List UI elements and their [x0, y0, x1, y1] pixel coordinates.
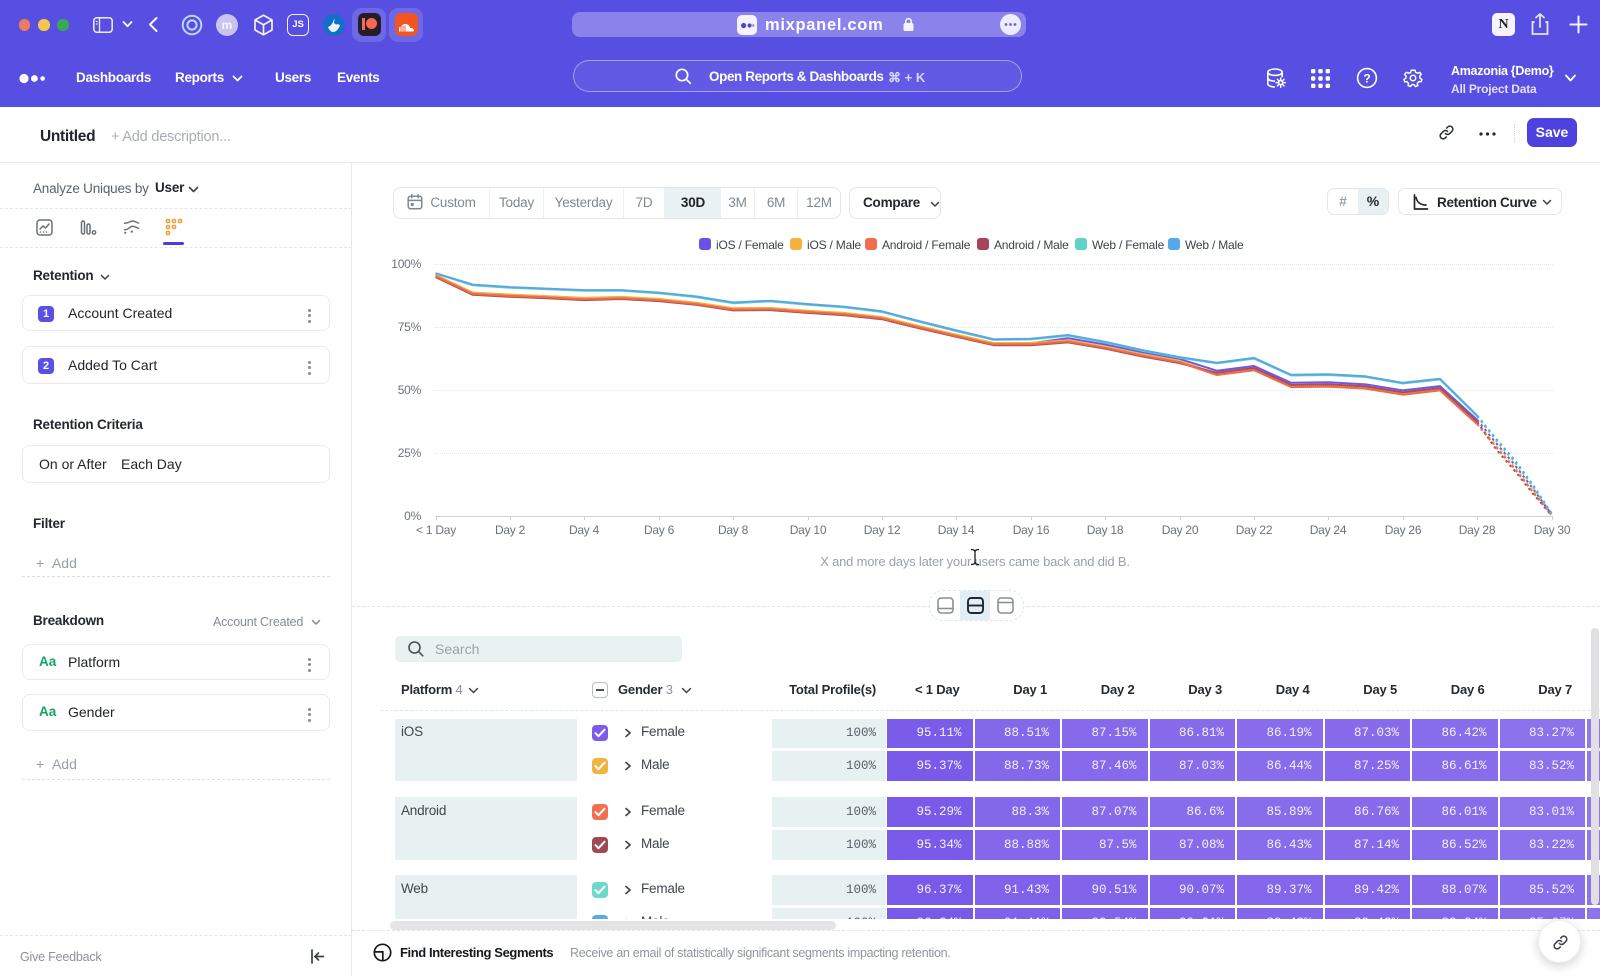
svg-text:?: ?: [1363, 72, 1370, 86]
